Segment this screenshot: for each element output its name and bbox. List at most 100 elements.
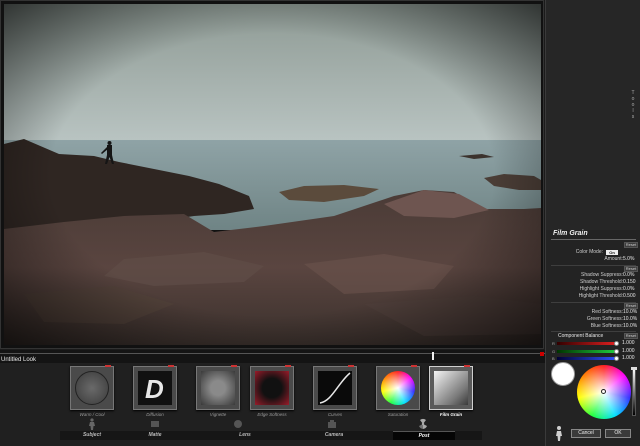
amount-row: Amount: 5.0% bbox=[546, 256, 640, 263]
shadow-threshold-value[interactable]: 0.150 bbox=[623, 279, 636, 286]
color-wheel-picker[interactable] bbox=[601, 389, 606, 394]
r-marker: R bbox=[552, 341, 555, 346]
active-indicator bbox=[231, 365, 237, 367]
tool-label: Saturation bbox=[387, 412, 409, 417]
active-indicator bbox=[168, 365, 174, 367]
tab-camera[interactable]: Camera bbox=[303, 431, 365, 440]
tool-label: Edge Softness bbox=[257, 412, 287, 417]
highlight-suppress-row: Highlight Suppress: 0.0% bbox=[546, 286, 640, 293]
green-gradient bbox=[557, 350, 617, 353]
highlight-threshold-label: Highlight Threshold: bbox=[578, 293, 623, 299]
tool-curves[interactable] bbox=[313, 365, 357, 410]
slider-knob[interactable] bbox=[614, 356, 619, 361]
ok-button[interactable]: OK bbox=[605, 429, 631, 438]
highlight-threshold-row: Highlight Threshold: 0.500 bbox=[546, 293, 640, 300]
camera-icon bbox=[328, 420, 336, 428]
edge-softness-icon bbox=[255, 371, 289, 405]
shadow-threshold-label: Shadow Threshold: bbox=[580, 279, 623, 285]
film-grain-icon bbox=[434, 371, 468, 405]
highlight-suppress-label: Highlight Suppress: bbox=[579, 286, 623, 292]
slider-knob[interactable] bbox=[614, 341, 619, 346]
saturation-icon bbox=[381, 371, 415, 405]
image-preview[interactable] bbox=[0, 0, 544, 349]
red-balance-slider[interactable]: R 1.000 bbox=[552, 340, 638, 346]
tab-lens[interactable]: Lens bbox=[214, 431, 276, 440]
active-indicator bbox=[464, 365, 470, 367]
tool-label: Vignette bbox=[209, 412, 227, 417]
tool-diffusion[interactable]: D bbox=[133, 365, 177, 410]
highlight-threshold-value[interactable]: 0.500 bbox=[623, 293, 636, 300]
component-balance-title: Component Balance bbox=[558, 333, 604, 339]
blue-balance-slider[interactable]: B 1.000 bbox=[552, 355, 638, 361]
preview-photo bbox=[4, 4, 541, 345]
timeline-end-marker bbox=[540, 352, 544, 356]
amount-label: Amount: bbox=[604, 256, 623, 262]
curves-icon bbox=[318, 371, 352, 405]
slider-knob[interactable] bbox=[614, 349, 619, 354]
tab-post[interactable]: Post bbox=[393, 431, 455, 440]
person-icon bbox=[556, 426, 562, 441]
lens-icon bbox=[234, 420, 242, 428]
blue-softness-row: Blue Softness: 10.0% bbox=[546, 323, 640, 330]
vignette-icon bbox=[201, 371, 235, 405]
blue-softness-label: Blue Softness: bbox=[590, 323, 623, 329]
reset-button[interactable]: Reset bbox=[624, 242, 638, 248]
shadow-suppress-row: Shadow Suppress: 0.0% bbox=[546, 272, 640, 279]
cancel-button[interactable]: Cancel bbox=[571, 429, 601, 438]
shadow-suppress-label: Shadow Suppress: bbox=[581, 272, 623, 278]
blue-gradient bbox=[557, 357, 617, 360]
red-softness-value[interactable]: 10.0% bbox=[623, 309, 637, 316]
green-balance-slider[interactable]: G 1.000 bbox=[552, 348, 638, 354]
timeline-marker[interactable] bbox=[432, 352, 434, 360]
green-softness-value[interactable]: 10.0% bbox=[623, 316, 637, 323]
tool-label: Warm / Cool bbox=[79, 412, 105, 417]
reset-button[interactable]: Reset bbox=[624, 333, 638, 339]
active-indicator bbox=[105, 365, 111, 367]
divider bbox=[551, 239, 636, 240]
tab-matte[interactable]: Matte bbox=[124, 431, 186, 440]
blue-softness-value[interactable]: 10.0% bbox=[623, 323, 637, 330]
color-swatch[interactable] bbox=[551, 362, 575, 386]
active-indicator bbox=[348, 365, 354, 367]
color-mode-label: Color Mode: bbox=[575, 249, 603, 255]
tool-vignette[interactable] bbox=[196, 365, 240, 410]
diffusion-icon: D bbox=[138, 371, 172, 405]
tool-film-grain[interactable] bbox=[429, 365, 473, 410]
tool-label: Curves bbox=[327, 412, 343, 417]
tool-saturation[interactable] bbox=[376, 365, 420, 410]
color-mode-row: Color Mode: On bbox=[546, 249, 640, 256]
green-softness-row: Green Softness: 10.0% bbox=[546, 316, 640, 323]
divider bbox=[551, 331, 636, 332]
tool-label: Film Grain bbox=[439, 412, 463, 417]
tool-edge-softness[interactable] bbox=[250, 365, 294, 410]
subject-icon bbox=[89, 418, 95, 430]
red-softness-row: Red Softness: 10.0% bbox=[546, 309, 640, 316]
color-mode-toggle[interactable]: On bbox=[606, 250, 618, 255]
amount-value[interactable]: 5.0% bbox=[623, 256, 634, 263]
brightness-slider[interactable] bbox=[632, 368, 636, 416]
shadow-threshold-row: Shadow Threshold: 0.150 bbox=[546, 279, 640, 286]
panel-header-area bbox=[546, 0, 640, 230]
post-icon bbox=[419, 419, 427, 429]
look-timeline[interactable] bbox=[0, 350, 545, 363]
shadow-suppress-value[interactable]: 0.0% bbox=[623, 272, 634, 279]
tool-warm-cool[interactable] bbox=[70, 365, 114, 410]
green-balance-value[interactable]: 1.000 bbox=[622, 348, 635, 354]
highlight-suppress-value[interactable]: 0.0% bbox=[623, 286, 634, 293]
tool-label: Diffusion bbox=[146, 412, 164, 417]
tools-side-tab[interactable]: T o o l s bbox=[630, 90, 636, 120]
active-indicator bbox=[285, 365, 291, 367]
warm-cool-icon bbox=[75, 371, 109, 405]
red-softness-label: Red Softness: bbox=[591, 309, 623, 315]
blue-balance-value[interactable]: 1.000 bbox=[622, 355, 635, 361]
tab-subject[interactable]: Subject bbox=[61, 431, 123, 440]
slider-knob[interactable] bbox=[631, 367, 637, 370]
red-balance-value[interactable]: 1.000 bbox=[622, 340, 635, 346]
green-softness-label: Green Softness: bbox=[586, 316, 623, 322]
red-gradient bbox=[557, 342, 617, 345]
active-indicator bbox=[411, 365, 417, 367]
panel-title: Film Grain bbox=[553, 230, 588, 237]
svg-text:D: D bbox=[145, 374, 164, 404]
timeline-track bbox=[0, 353, 545, 354]
g-marker: G bbox=[552, 349, 556, 354]
